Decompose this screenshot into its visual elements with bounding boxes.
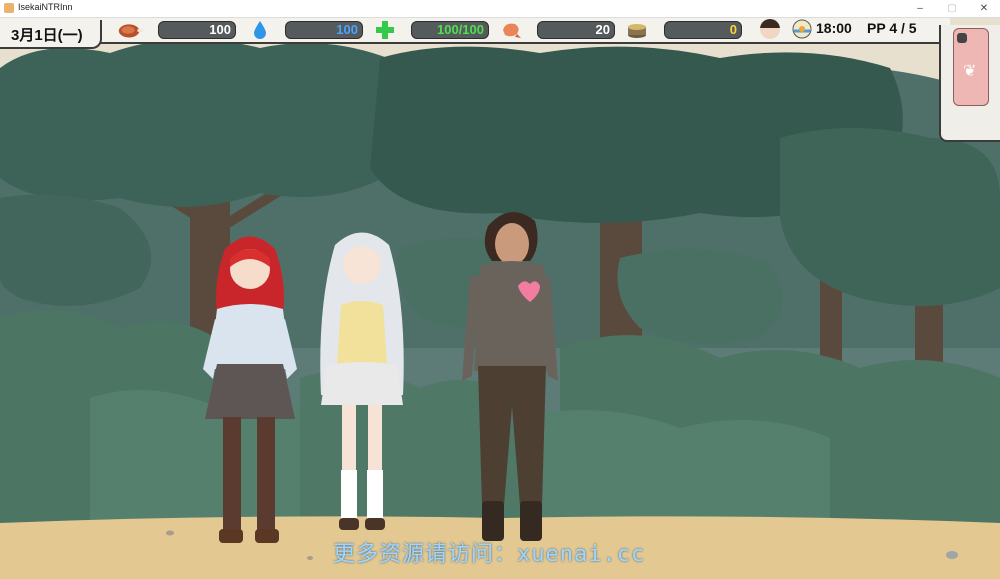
minimize-button[interactable]: – [904, 0, 936, 17]
close-button[interactable]: ✕ [968, 0, 1000, 17]
shrimp-icon [497, 18, 525, 42]
silver-haired-girl[interactable] [307, 225, 417, 535]
health-cross-icon [371, 18, 399, 42]
watermark-text: 更多资源请访问：xuenai.cc [333, 542, 646, 567]
coin-bar: 0 [664, 21, 742, 39]
water-bar: 100 [285, 21, 363, 39]
sunset-icon [791, 19, 813, 39]
pp-counter: PP 4 / 5 [867, 20, 917, 36]
window-title: IsekaiNTRInn [18, 2, 73, 12]
app-icon [4, 3, 14, 13]
food-value: 100 [209, 22, 231, 37]
water-drop-icon [246, 18, 274, 42]
window-titlebar: IsekaiNTRInn – ▢ ✕ [0, 0, 1000, 18]
maximize-button[interactable]: ▢ [936, 0, 968, 17]
phone-button[interactable]: ❦ [953, 28, 989, 106]
date-label: 3月1日(一) [11, 27, 83, 44]
wing-logo-icon: ❦ [963, 63, 977, 80]
time-label: 18:00 [816, 20, 852, 36]
meat-icon [116, 18, 144, 42]
shrimp-bar: 20 [537, 21, 615, 39]
health-value: 100/100 [437, 22, 484, 37]
coin-stack-icon [623, 18, 651, 42]
water-value: 100 [336, 22, 358, 37]
food-bar: 100 [158, 21, 236, 39]
date-panel: 3月1日(一) [0, 20, 102, 49]
health-bar: 100/100 [411, 21, 489, 39]
phone-camera-icon [957, 33, 967, 43]
brown-haired-man[interactable] [460, 206, 560, 551]
red-haired-girl[interactable] [195, 229, 305, 559]
shrimp-value: 20 [595, 22, 610, 37]
player-avatar-icon[interactable] [760, 19, 780, 39]
coin-value: 0 [729, 22, 737, 37]
